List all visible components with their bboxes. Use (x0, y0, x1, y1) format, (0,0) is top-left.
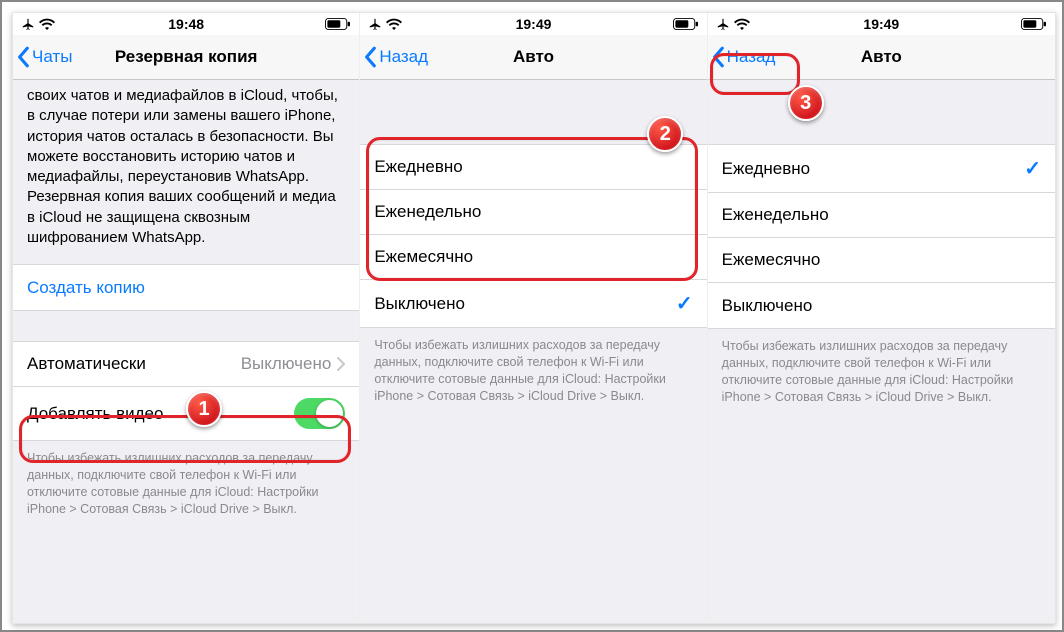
option-daily-label: Ежедневно (722, 159, 810, 179)
option-monthly-label: Ежемесячно (374, 247, 473, 267)
nav-bar: Чаты Резервная копия (13, 35, 359, 80)
option-weekly-label: Еженедельно (722, 205, 829, 225)
option-off-label: Выключено (374, 294, 465, 314)
create-backup-label: Создать копию (27, 278, 145, 298)
status-right (673, 18, 699, 30)
option-off[interactable]: Выключено (708, 283, 1055, 328)
option-daily[interactable]: Ежедневно ✓ (708, 145, 1055, 193)
auto-backup-value: Выключено (241, 354, 346, 374)
auto-backup-label: Автоматически (27, 354, 146, 374)
nav-title: Авто (360, 47, 706, 67)
spacer (360, 80, 706, 144)
checkmark-icon: ✓ (676, 291, 693, 316)
option-off[interactable]: Выключено ✓ (360, 280, 706, 327)
phone-screen-1: 19:48 Чаты Резервная копия своих чатов (13, 13, 360, 623)
status-right (325, 18, 351, 30)
option-off-label: Выключено (722, 296, 813, 316)
include-video-switch[interactable] (294, 398, 345, 429)
screen3-content: Ежедневно ✓ Еженедельно Ежемесячно Выклю… (708, 80, 1055, 623)
status-bar: 19:49 (360, 13, 706, 35)
nav-bar: Назад Авто (708, 35, 1055, 80)
options-group: Ежедневно Еженедельно Ежемесячно Выключе… (360, 144, 706, 328)
status-bar: 19:49 (708, 13, 1055, 35)
phone-screen-3: 19:49 Назад Авто (708, 13, 1055, 623)
options-group: Ежедневно ✓ Еженедельно Ежемесячно Выклю… (708, 144, 1055, 329)
group-gap (13, 311, 359, 341)
include-video-row: Добавлять видео (13, 387, 359, 440)
status-time: 19:49 (708, 16, 1055, 32)
option-monthly[interactable]: Ежемесячно (360, 235, 706, 280)
create-backup-button[interactable]: Создать копию (13, 265, 359, 310)
battery-icon (1021, 18, 1047, 30)
status-time: 19:48 (13, 16, 359, 32)
spacer (708, 80, 1055, 144)
screen1-content: своих чатов и медиафайлов в iCloud, чтоб… (13, 80, 359, 623)
create-backup-group: Создать копию (13, 264, 359, 311)
screen2-content: Ежедневно Еженедельно Ежемесячно Выключе… (360, 80, 706, 623)
backup-options-group: Автоматически Выключено Добавлять видео (13, 341, 359, 441)
status-right (1021, 18, 1047, 30)
status-bar: 19:48 (13, 13, 359, 35)
battery-icon (673, 18, 699, 30)
phone-screen-2: 19:49 Назад Авто (360, 13, 707, 623)
option-weekly[interactable]: Еженедельно (708, 193, 1055, 238)
switch-knob (316, 400, 343, 427)
option-weekly-label: Еженедельно (374, 202, 481, 222)
include-video-label: Добавлять видео (27, 404, 163, 424)
battery-icon (325, 18, 351, 30)
footer-note: Чтобы избежать излишних расходов за пере… (13, 441, 359, 527)
auto-backup-value-text: Выключено (241, 354, 332, 374)
chevron-right-icon (337, 357, 345, 371)
nav-title: Авто (708, 47, 1055, 67)
option-daily[interactable]: Ежедневно (360, 145, 706, 190)
canvas: 19:48 Чаты Резервная копия своих чатов (0, 0, 1064, 632)
auto-backup-row[interactable]: Автоматически Выключено (13, 342, 359, 387)
option-monthly-label: Ежемесячно (722, 250, 821, 270)
option-daily-label: Ежедневно (374, 157, 462, 177)
option-monthly[interactable]: Ежемесячно (708, 238, 1055, 283)
nav-title: Резервная копия (13, 47, 359, 67)
footer-note: Чтобы избежать излишних расходов за пере… (360, 328, 706, 414)
footer-note: Чтобы избежать излишних расходов за пере… (708, 329, 1055, 415)
status-time: 19:49 (360, 16, 706, 32)
checkmark-icon: ✓ (1024, 156, 1041, 181)
nav-bar: Назад Авто (360, 35, 706, 80)
option-weekly[interactable]: Еженедельно (360, 190, 706, 235)
screenshot-stage: 19:48 Чаты Резервная копия своих чатов (12, 12, 1056, 624)
backup-description: своих чатов и медиафайлов в iCloud, чтоб… (13, 80, 359, 264)
